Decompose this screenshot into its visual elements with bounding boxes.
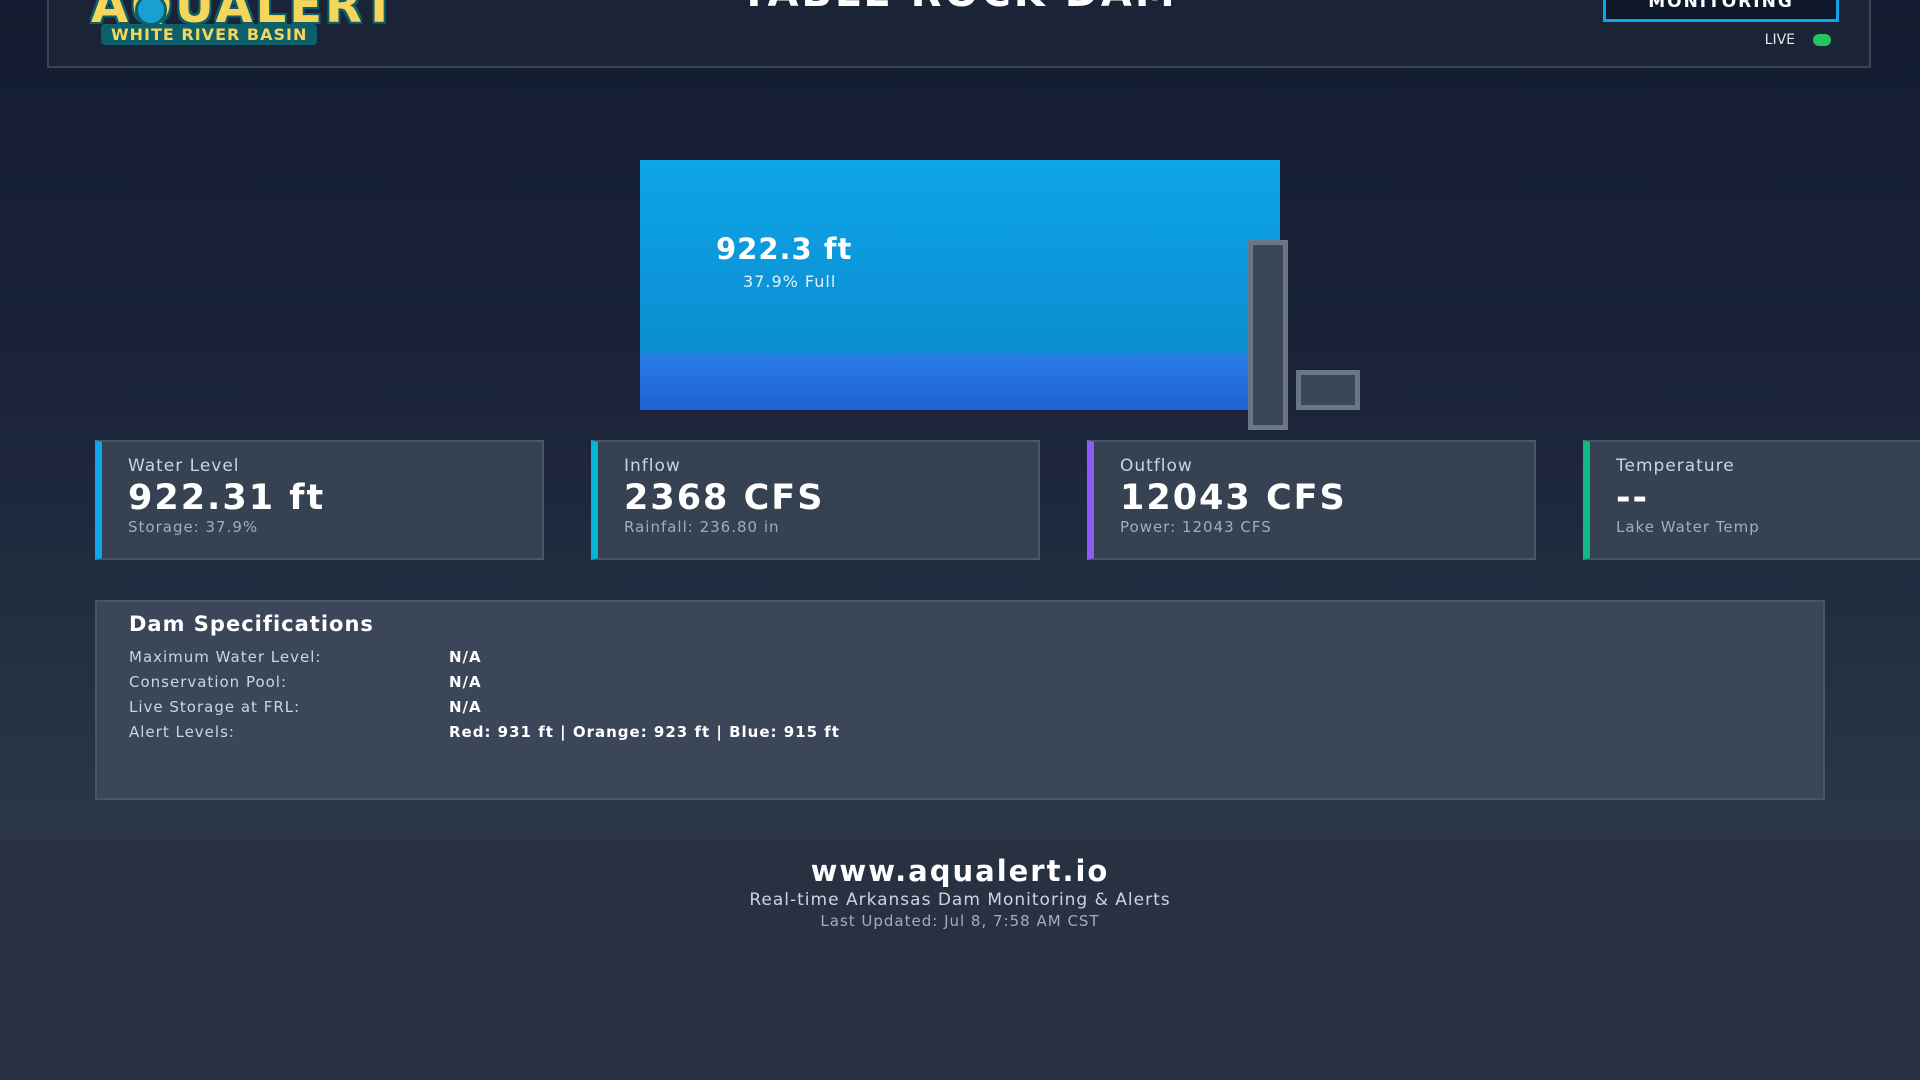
stat-subtext: Storage: 37.9% xyxy=(128,518,259,536)
stat-label: Temperature xyxy=(1616,456,1735,476)
stat-value: 2368 CFS xyxy=(624,478,825,518)
spec-key: Conservation Pool: xyxy=(129,672,288,691)
footer-tagline: Real-time Arkansas Dam Monitoring & Aler… xyxy=(749,890,1171,910)
spec-key: Maximum Water Level: xyxy=(129,647,322,666)
footer-last-updated: Last Updated: Jul 8, 7:58 AM CST xyxy=(820,912,1100,930)
reservoir-fill xyxy=(640,354,1280,410)
stat-value: 12043 CFS xyxy=(1120,478,1347,518)
spec-value: N/A xyxy=(449,647,482,666)
spec-row: Alert Levels: Red: 931 ft | Orange: 923 … xyxy=(129,719,1823,744)
page-title: TABLE ROCK DAM xyxy=(49,0,1869,16)
spec-value: N/A xyxy=(449,697,482,716)
logo-subtitle: WHITE RIVER BASIN xyxy=(101,24,318,45)
outflow-card: Outflow 12043 CFS Power: 12043 CFS xyxy=(1087,440,1536,560)
reservoir-level-text: 922.3 ft xyxy=(716,232,853,266)
spec-key: Live Storage at FRL: xyxy=(129,697,301,716)
specs-title: Dam Specifications xyxy=(129,612,374,636)
dam-wall-graphic xyxy=(1248,240,1288,430)
stat-subtext: Power: 12043 CFS xyxy=(1120,518,1272,536)
stat-label: Inflow xyxy=(624,456,681,476)
spec-value: N/A xyxy=(449,672,482,691)
stat-subtext: Rainfall: 236.80 in xyxy=(624,518,780,536)
spec-row: Maximum Water Level: N/A xyxy=(129,644,1823,669)
spec-value: Red: 931 ft | Orange: 923 ft | Blue: 915… xyxy=(449,722,840,741)
footer-url-link[interactable]: www.aqualert.io xyxy=(0,854,1920,888)
dam-specifications-panel: Dam Specifications Maximum Water Level: … xyxy=(95,600,1825,800)
footer: www.aqualert.io Real-time Arkansas Dam M… xyxy=(0,840,1920,1080)
spec-row: Live Storage at FRL: N/A xyxy=(129,694,1823,719)
monitoring-button[interactable]: MONITORING xyxy=(1603,0,1839,22)
inflow-card: Inflow 2368 CFS Rainfall: 236.80 in xyxy=(591,440,1040,560)
spec-row: Conservation Pool: N/A xyxy=(129,669,1823,694)
reservoir-visual: 922.3 ft 37.9% Full xyxy=(640,160,1280,410)
water-level-card: Water Level 922.31 ft Storage: 37.9% xyxy=(95,440,544,560)
temperature-card: Temperature -- Lake Water Temp xyxy=(1583,440,1920,560)
live-status-dot-icon xyxy=(1813,34,1831,46)
stat-subtext: Lake Water Temp xyxy=(1616,518,1760,536)
live-label: LIVE xyxy=(1764,32,1795,48)
stat-label: Outflow xyxy=(1120,456,1193,476)
stat-value: 922.31 ft xyxy=(128,478,326,518)
stat-label: Water Level xyxy=(128,456,240,476)
stat-value: -- xyxy=(1616,478,1650,518)
reservoir-percent-text: 37.9% Full xyxy=(743,272,837,291)
powerhouse-graphic xyxy=(1296,370,1360,410)
live-indicator: LIVE xyxy=(1765,32,1831,48)
header-bar: AQUALERT WHITE RIVER BASIN TABLE ROCK DA… xyxy=(47,0,1871,68)
spec-key: Alert Levels: xyxy=(129,722,235,741)
